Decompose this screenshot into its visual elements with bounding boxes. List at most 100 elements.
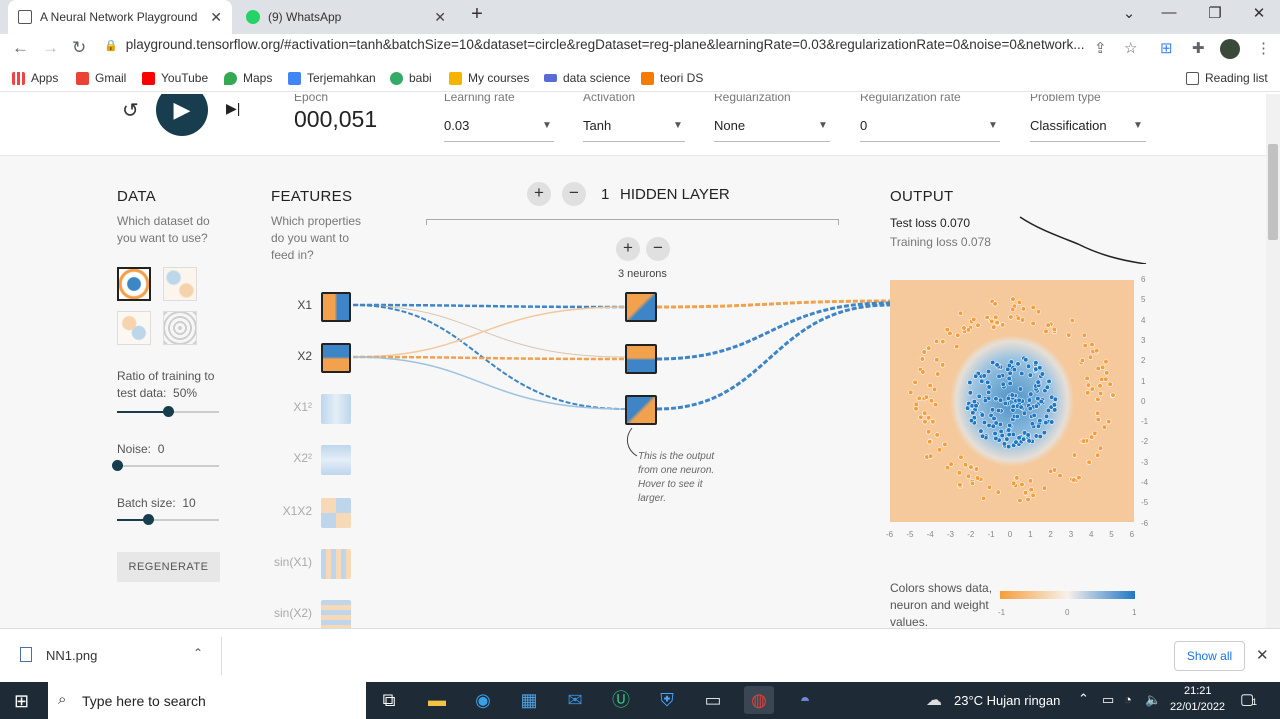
- close-tab-icon[interactable]: ✕: [210, 9, 222, 26]
- data-point-orange: [1094, 348, 1100, 354]
- tray-chevron-icon[interactable]: ⌃: [1078, 691, 1089, 707]
- y-tick: -3: [1141, 457, 1149, 467]
- download-chevron-icon[interactable]: ⌃: [193, 646, 203, 660]
- data-point-blue: [976, 393, 982, 399]
- bookmark-star-icon[interactable]: ☆: [1124, 39, 1137, 57]
- data-point-blue: [1028, 391, 1034, 397]
- task-view-icon[interactable]: ⧉: [374, 686, 404, 714]
- weather-text[interactable]: 23°C Hujan ringan: [954, 693, 1060, 708]
- file-explorer-icon[interactable]: ▬: [422, 686, 452, 714]
- wifi-icon[interactable]: ◔: [1124, 692, 1132, 707]
- data-point-orange: [957, 310, 964, 316]
- bar-icon: [544, 74, 557, 82]
- data-point-blue: [1043, 413, 1050, 419]
- y-tick: -5: [1141, 498, 1149, 508]
- translate-icon[interactable]: ⊞: [1160, 39, 1173, 57]
- address-bar[interactable]: 🔒 playground.tensorflow.org/#activation=t…: [104, 37, 1094, 52]
- reading-list[interactable]: Reading list: [1186, 71, 1268, 85]
- data-point-orange: [1095, 396, 1101, 402]
- data-point-orange: [1000, 322, 1006, 328]
- chrome-icon[interactable]: ◍: [744, 686, 774, 714]
- extensions-icon[interactable]: ✚: [1192, 39, 1205, 57]
- restore-icon[interactable]: ❐: [1200, 4, 1230, 22]
- data-point-orange: [908, 389, 914, 396]
- data-point-orange: [992, 301, 998, 307]
- clock-date[interactable]: 22/01/2022: [1170, 701, 1225, 713]
- bookmark-terjemahkan[interactable]: Terjemahkan: [288, 71, 376, 85]
- link-x2-n3[interactable]: [352, 356, 626, 410]
- data-point-blue: [1002, 400, 1008, 406]
- data-point-orange: [1101, 424, 1107, 430]
- tab-title: A Neural Network Playground: [40, 10, 198, 24]
- bookmark-babi[interactable]: babi: [390, 71, 432, 85]
- data-point-blue: [993, 396, 999, 402]
- link-x2-n1[interactable]: [352, 306, 626, 358]
- new-tab-button[interactable]: +: [462, 3, 492, 26]
- data-point-orange: [1087, 354, 1094, 360]
- data-point-blue: [999, 432, 1005, 439]
- output-title: OUTPUT: [890, 188, 954, 205]
- data-point-blue: [986, 422, 992, 429]
- battery-icon[interactable]: ▭: [1102, 692, 1114, 708]
- data-point-orange: [955, 332, 961, 338]
- data-point-orange: [944, 465, 951, 471]
- data-point-orange: [1097, 383, 1103, 389]
- loss-curve: [1019, 216, 1147, 264]
- bookmark-youtube[interactable]: YouTube: [142, 71, 208, 85]
- close-download-bar-icon[interactable]: ✕: [1256, 646, 1269, 664]
- reload-icon[interactable]: ↻: [72, 38, 86, 58]
- data-point-blue: [996, 373, 1002, 380]
- data-point-orange: [1030, 304, 1036, 310]
- link-x1-n2[interactable]: [352, 304, 626, 358]
- tab-playground[interactable]: A Neural Network Playground ✕: [8, 0, 232, 34]
- download-filename[interactable]: NN1.png: [46, 648, 97, 663]
- divider: [221, 637, 222, 675]
- data-point-blue: [1016, 397, 1022, 403]
- tab-whatsapp[interactable]: (9) WhatsApp ✕: [236, 0, 456, 34]
- menu-icon[interactable]: ⋮: [1256, 39, 1271, 57]
- show-all-button[interactable]: Show all: [1174, 641, 1245, 671]
- neuron-3[interactable]: [625, 395, 657, 425]
- data-point-orange: [920, 369, 926, 375]
- scrollbar-thumb[interactable]: [1268, 144, 1278, 240]
- mail-icon[interactable]: ✉: [560, 686, 590, 714]
- y-tick: 5: [1141, 295, 1146, 305]
- page-scrollbar[interactable]: [1266, 94, 1280, 628]
- forward-icon[interactable]: →: [42, 38, 59, 58]
- minimize-icon[interactable]: —: [1154, 4, 1184, 21]
- data-point-orange: [961, 325, 967, 331]
- back-icon[interactable]: ←: [12, 38, 29, 58]
- neuron-2[interactable]: [625, 344, 657, 374]
- bookmark-apps[interactable]: Apps: [12, 71, 58, 85]
- clock-time[interactable]: 21:21: [1184, 685, 1212, 697]
- terminal-icon[interactable]: ▭: [698, 686, 728, 714]
- bookmark-my-courses[interactable]: My courses: [449, 71, 529, 85]
- data-point-orange: [1089, 341, 1095, 348]
- share-icon[interactable]: ⇪: [1094, 39, 1107, 57]
- taskbar-search[interactable]: ⌕ Type here to search: [48, 682, 366, 719]
- bookmark-gmail[interactable]: Gmail: [76, 71, 126, 85]
- bookmark-teori-ds[interactable]: teori DS: [641, 71, 703, 85]
- bookmark-data-science[interactable]: data science: [544, 71, 630, 85]
- edge-icon[interactable]: ◉: [468, 686, 498, 714]
- close-window-icon[interactable]: ✕: [1244, 4, 1274, 22]
- data-point-blue: [1023, 357, 1029, 363]
- data-point-orange: [1048, 468, 1054, 474]
- neuron-1[interactable]: [625, 292, 657, 322]
- link-n3-out[interactable]: [656, 303, 891, 411]
- data-points: [908, 296, 1116, 504]
- discord-icon[interactable]: ◓: [790, 686, 820, 714]
- upwork-icon[interactable]: Ⓤ: [606, 686, 636, 714]
- bookmark-maps[interactable]: Maps: [224, 71, 272, 85]
- store-icon[interactable]: ▦: [514, 686, 544, 714]
- volume-icon[interactable]: 🔈: [1145, 692, 1161, 708]
- tab-search-chevron-icon[interactable]: ⌄: [1114, 4, 1144, 22]
- defender-icon[interactable]: ⛨: [652, 686, 682, 714]
- data-point-blue: [997, 421, 1003, 427]
- link-n2-out[interactable]: [656, 301, 891, 361]
- whatsapp-icon: [246, 10, 260, 24]
- close-tab-icon[interactable]: ✕: [434, 9, 446, 26]
- problem-type-select[interactable]: Classification: [1030, 118, 1107, 133]
- windows-start-icon[interactable]: ⊞: [14, 691, 29, 712]
- profile-avatar[interactable]: [1220, 39, 1240, 59]
